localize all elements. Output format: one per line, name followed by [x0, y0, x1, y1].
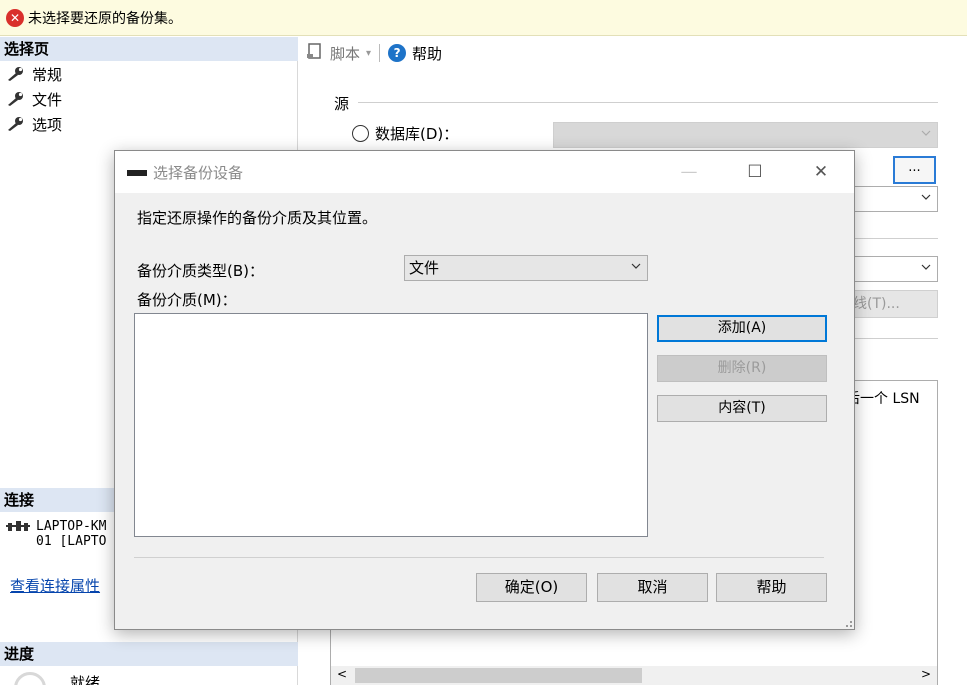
- toolbar-separator: [379, 44, 381, 62]
- error-icon: ✕: [6, 8, 24, 27]
- chevron-down-icon: [921, 264, 931, 270]
- help-button[interactable]: 帮助: [412, 43, 442, 64]
- scrollbar-thumb[interactable]: [355, 668, 642, 683]
- source-group-label: 源: [334, 95, 350, 113]
- help-icon: ?: [388, 44, 407, 62]
- timeline-button: 线(T)...: [848, 290, 938, 318]
- nav-item-general[interactable]: 常规: [6, 63, 62, 85]
- error-message: 未选择要还原的备份集。: [28, 10, 182, 27]
- add-button[interactable]: 添加(A): [657, 315, 827, 342]
- script-button[interactable]: 脚本: [330, 43, 360, 64]
- database-radio-label: 数据库(D)：: [375, 125, 459, 143]
- media-type-value: 文件: [409, 259, 440, 277]
- contents-button[interactable]: 内容(T): [657, 395, 827, 422]
- nav-item-label: 选项: [32, 115, 63, 134]
- close-button[interactable]: ✕: [799, 151, 843, 193]
- database-radio[interactable]: 数据库(D)：: [352, 123, 458, 144]
- media-type-label: 备份介质类型(B)：: [137, 262, 264, 280]
- cancel-button[interactable]: 取消: [597, 573, 708, 602]
- nav-item-label: 常规: [32, 65, 63, 84]
- nav-item-options[interactable]: 选项: [6, 113, 62, 135]
- horizontal-scrollbar[interactable]: < >: [331, 666, 937, 685]
- dialog-titlebar: 选择备份设备 — ☐ ✕: [115, 151, 854, 193]
- backup-media-list[interactable]: [134, 313, 648, 537]
- dialog-help-button[interactable]: 帮助: [716, 573, 827, 602]
- error-banner: ✕ 未选择要还原的备份集。: [0, 0, 967, 36]
- chevron-down-icon: [631, 263, 641, 269]
- scroll-left-icon[interactable]: <: [337, 667, 347, 681]
- device-database-combo[interactable]: [850, 186, 938, 212]
- destination-group-line: [850, 238, 938, 239]
- nav-item-label: 文件: [32, 90, 63, 109]
- connection-server-line: 01 [LAPTO: [36, 534, 107, 549]
- connection-server-line: LAPTOP-KM: [36, 519, 107, 534]
- restore-plan-group-line: [850, 338, 938, 339]
- progress-status: 就绪: [70, 674, 101, 685]
- destination-database-combo[interactable]: [850, 256, 938, 282]
- view-connection-properties-link[interactable]: 查看连接属性: [10, 575, 100, 596]
- nav-item-files[interactable]: 文件: [6, 88, 62, 110]
- ok-button[interactable]: 确定(O): [476, 573, 587, 602]
- maximize-button[interactable]: ☐: [733, 151, 777, 193]
- wrench-icon: [6, 66, 26, 82]
- select-backup-devices-dialog: 选择备份设备 — ☐ ✕ 指定还原操作的备份介质及其位置。 备份介质类型(B)：…: [114, 150, 855, 630]
- browse-device-button[interactable]: ...: [893, 156, 936, 184]
- dialog-separator: [134, 557, 824, 558]
- wrench-icon: [6, 116, 26, 132]
- radio-circle[interactable]: [352, 125, 369, 142]
- backup-media-label: 备份介质(M)：: [137, 291, 237, 309]
- script-icon: [306, 42, 324, 64]
- source-group-line: [358, 102, 938, 103]
- dialog-title: 选择备份设备: [153, 164, 244, 182]
- dropdown-arrow-icon[interactable]: ▾: [366, 48, 371, 59]
- toolbar: 脚本 ▾ ? 帮助: [298, 37, 967, 69]
- wrench-icon: [6, 91, 26, 107]
- media-type-select[interactable]: 文件: [404, 255, 648, 281]
- progress-header: 进度: [0, 642, 298, 666]
- chevron-down-icon: [921, 130, 931, 136]
- last-lsn-column-header: 后一个 LSN: [846, 391, 920, 407]
- minimize-button: —: [680, 162, 698, 182]
- tape-device-icon: [127, 170, 147, 176]
- resize-grip-icon[interactable]: [846, 621, 852, 627]
- restore-database-window: ✕ 未选择要还原的备份集。 选择页 常规 文件 选项 连接 LAPTOP-KM …: [0, 0, 967, 685]
- dialog-instruction: 指定还原操作的备份介质及其位置。: [137, 209, 378, 227]
- server-connection-icon: [6, 519, 32, 537]
- database-combo: [553, 122, 938, 148]
- scroll-right-icon[interactable]: >: [921, 667, 931, 681]
- remove-button: 删除(R): [657, 355, 827, 382]
- select-page-header: 选择页: [0, 37, 298, 61]
- chevron-down-icon: [921, 194, 931, 200]
